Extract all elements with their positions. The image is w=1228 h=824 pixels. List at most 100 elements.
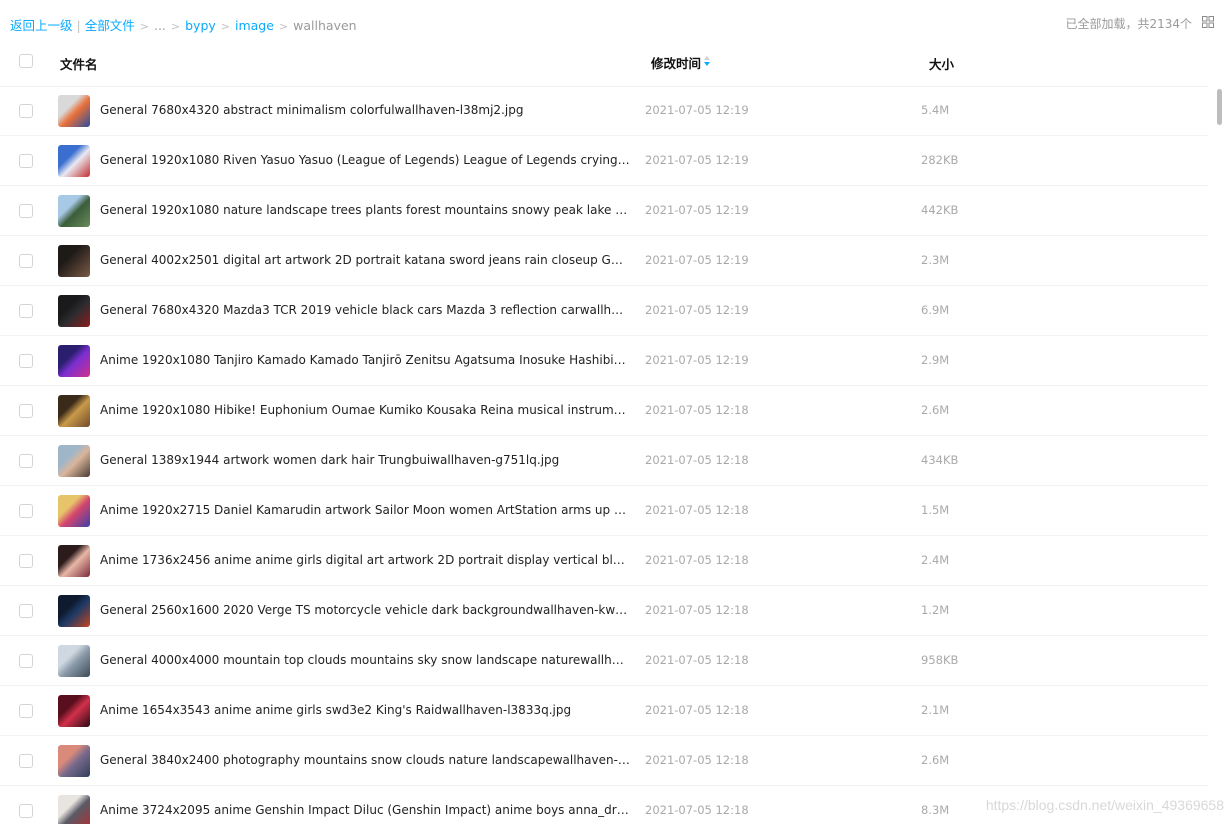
table-row[interactable]: Anime 1736x2456 anime anime girls digita…	[0, 536, 1208, 586]
table-row[interactable]: General 1920x1080 Riven Yasuo Yasuo (Lea…	[0, 136, 1208, 186]
table-row[interactable]: General 4002x2501 digital art artwork 2D…	[0, 236, 1208, 286]
row-checkbox[interactable]	[19, 804, 33, 818]
file-size: 2.9M	[921, 353, 950, 367]
header-size[interactable]: 大小	[929, 54, 954, 73]
table-row[interactable]: General 7680x4320 Mazda3 TCR 2019 vehicl…	[0, 286, 1208, 336]
select-all-checkbox[interactable]	[19, 54, 33, 68]
row-checkbox[interactable]	[19, 554, 33, 568]
file-modified-time: 2021-07-05 12:18	[645, 703, 749, 717]
breadcrumb-ellipsis[interactable]: ...	[154, 18, 166, 33]
file-size: 958KB	[921, 653, 959, 667]
row-checkbox[interactable]	[19, 404, 33, 418]
file-size: 442KB	[921, 203, 959, 217]
file-modified-time: 2021-07-05 12:19	[645, 353, 749, 367]
file-modified-time: 2021-07-05 12:19	[645, 103, 749, 117]
breadcrumb-separator: >	[139, 20, 149, 33]
table-row[interactable]: Anime 1920x2715 Daniel Kamarudin artwork…	[0, 486, 1208, 536]
row-checkbox[interactable]	[19, 304, 33, 318]
file-thumbnail[interactable]	[58, 445, 90, 477]
scrollbar-thumb[interactable]	[1217, 89, 1222, 125]
file-thumbnail[interactable]	[58, 645, 90, 677]
file-name[interactable]: General 1920x1080 Riven Yasuo Yasuo (Lea…	[100, 153, 630, 167]
file-modified-time: 2021-07-05 12:19	[645, 303, 749, 317]
toolbar: 返回上一级 | 全部文件 >... > bypy > image > wallhaven 已全部加…	[0, 0, 1228, 44]
row-checkbox[interactable]	[19, 754, 33, 768]
file-name[interactable]: Anime 3724x2095 anime Genshin Impact Dil…	[100, 803, 630, 817]
file-name[interactable]: General 4000x4000 mountain top clouds mo…	[100, 653, 630, 667]
breadcrumb-bypy-link[interactable]: bypy	[185, 18, 216, 33]
breadcrumb-image-link[interactable]: image	[235, 18, 274, 33]
table-row[interactable]: General 7680x4320 abstract minimalism co…	[0, 86, 1208, 136]
file-thumbnail[interactable]	[58, 295, 90, 327]
file-size: 434KB	[921, 453, 959, 467]
file-thumbnail[interactable]	[58, 195, 90, 227]
file-thumbnail[interactable]	[58, 745, 90, 777]
sort-descending-icon[interactable]	[703, 54, 711, 68]
row-checkbox[interactable]	[19, 104, 33, 118]
file-name[interactable]: Anime 1654x3543 anime anime girls swd3e2…	[100, 703, 630, 717]
table-row[interactable]: General 4000x4000 mountain top clouds mo…	[0, 636, 1208, 686]
file-name[interactable]: Anime 1920x2715 Daniel Kamarudin artwork…	[100, 503, 630, 517]
file-size: 282KB	[921, 153, 959, 167]
table-row[interactable]: Anime 1920x1080 Hibike! Euphonium Oumae …	[0, 386, 1208, 436]
file-modified-time: 2021-07-05 12:19	[645, 153, 749, 167]
row-checkbox[interactable]	[19, 504, 33, 518]
file-name[interactable]: General 1920x1080 nature landscape trees…	[100, 203, 630, 217]
file-size: 1.5M	[921, 503, 950, 517]
row-checkbox[interactable]	[19, 454, 33, 468]
file-size: 2.6M	[921, 403, 950, 417]
row-checkbox[interactable]	[19, 254, 33, 268]
file-list: General 7680x4320 abstract minimalism co…	[0, 86, 1208, 824]
file-thumbnail[interactable]	[58, 795, 90, 824]
watermark: https://blog.csdn.net/weixin_49369658	[985, 797, 1224, 813]
table-row[interactable]: General 2560x1600 2020 Verge TS motorcyc…	[0, 586, 1208, 636]
file-thumbnail[interactable]	[58, 145, 90, 177]
breadcrumb-current: wallhaven	[293, 18, 357, 33]
row-checkbox[interactable]	[19, 204, 33, 218]
row-checkbox[interactable]	[19, 154, 33, 168]
file-name[interactable]: General 1389x1944 artwork women dark hai…	[100, 453, 630, 467]
all-files-link[interactable]: 全部文件	[85, 18, 135, 33]
file-thumbnail[interactable]	[58, 395, 90, 427]
file-name[interactable]: Anime 1920x1080 Tanjiro Kamado Kamado Ta…	[100, 353, 630, 367]
file-thumbnail[interactable]	[58, 595, 90, 627]
file-modified-time: 2021-07-05 12:18	[645, 503, 749, 517]
table-row[interactable]: Anime 1654x3543 anime anime girls swd3e2…	[0, 686, 1208, 736]
file-modified-time: 2021-07-05 12:18	[645, 753, 749, 767]
breadcrumb-separator: >	[170, 20, 181, 33]
back-link[interactable]: 返回上一级	[10, 18, 73, 33]
file-thumbnail[interactable]	[58, 695, 90, 727]
header-name[interactable]: 文件名	[60, 54, 98, 73]
breadcrumb-divider: |	[76, 18, 81, 33]
file-name[interactable]: General 7680x4320 Mazda3 TCR 2019 vehicl…	[100, 303, 630, 317]
file-modified-time: 2021-07-05 12:18	[645, 453, 749, 467]
file-thumbnail[interactable]	[58, 495, 90, 527]
grid-view-icon[interactable]	[1202, 16, 1214, 28]
row-checkbox[interactable]	[19, 604, 33, 618]
file-modified-time: 2021-07-05 12:18	[645, 553, 749, 567]
file-thumbnail[interactable]	[58, 545, 90, 577]
table-row[interactable]: General 1920x1080 nature landscape trees…	[0, 186, 1208, 236]
table-row[interactable]: General 1389x1944 artwork women dark hai…	[0, 436, 1208, 486]
file-size: 2.6M	[921, 753, 950, 767]
file-name[interactable]: General 3840x2400 photography mountains …	[100, 753, 630, 767]
breadcrumb-separator: >	[220, 20, 230, 33]
file-modified-time: 2021-07-05 12:19	[645, 203, 749, 217]
file-name[interactable]: Anime 1920x1080 Hibike! Euphonium Oumae …	[100, 403, 630, 417]
file-thumbnail[interactable]	[58, 245, 90, 277]
file-manager: 返回上一级 | 全部文件 >... > bypy > image > wallhaven 已全部加…	[0, 0, 1228, 824]
file-size: 2.3M	[921, 253, 950, 267]
file-thumbnail[interactable]	[58, 95, 90, 127]
file-name[interactable]: Anime 1736x2456 anime anime girls digita…	[100, 553, 630, 567]
file-name[interactable]: General 7680x4320 abstract minimalism co…	[100, 103, 630, 117]
table-row[interactable]: Anime 1920x1080 Tanjiro Kamado Kamado Ta…	[0, 336, 1208, 386]
header-modified[interactable]: 修改时间	[651, 53, 701, 72]
file-name[interactable]: General 4002x2501 digital art artwork 2D…	[100, 253, 630, 267]
row-checkbox[interactable]	[19, 354, 33, 368]
file-thumbnail[interactable]	[58, 345, 90, 377]
row-checkbox[interactable]	[19, 704, 33, 718]
file-name[interactable]: General 2560x1600 2020 Verge TS motorcyc…	[100, 603, 630, 617]
file-size: 2.1M	[921, 703, 950, 717]
table-row[interactable]: General 3840x2400 photography mountains …	[0, 736, 1208, 786]
row-checkbox[interactable]	[19, 654, 33, 668]
